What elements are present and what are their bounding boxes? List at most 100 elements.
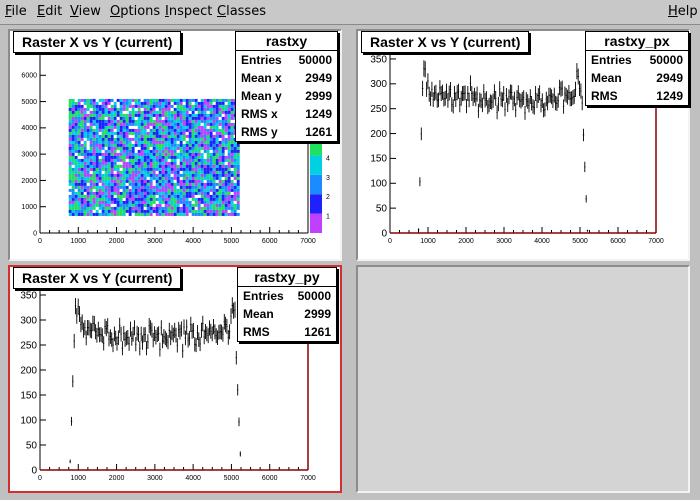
heatmap-cell: [113, 140, 117, 144]
menu-edit[interactable]: Edit: [37, 4, 62, 19]
menu-help[interactable]: Help: [668, 4, 698, 19]
heatmap-cell: [80, 119, 84, 123]
heatmap-cell: [86, 170, 90, 174]
heatmap-cell: [158, 146, 162, 150]
heatmap-cell: [104, 152, 108, 156]
heatmap-cell: [152, 155, 156, 159]
menu-options[interactable]: Options: [110, 4, 160, 19]
heatmap-cell: [227, 128, 231, 132]
heatmap-cell: [146, 116, 150, 120]
menu-classes[interactable]: Classes: [217, 4, 266, 19]
heatmap-cell: [113, 143, 117, 147]
heatmap-cell: [113, 191, 117, 195]
heatmap-cell: [158, 161, 162, 165]
heatmap-cell: [131, 167, 135, 171]
heatmap-cell: [98, 185, 102, 189]
heatmap-cell: [68, 149, 72, 153]
heatmap-cell: [77, 164, 81, 168]
heatmap-cell: [149, 182, 153, 186]
pad-empty[interactable]: [356, 265, 690, 493]
heatmap-cell: [176, 209, 180, 213]
menu-inspect[interactable]: Inspect: [165, 4, 212, 19]
heatmap-cell: [83, 173, 87, 177]
heatmap-cell: [146, 113, 150, 117]
heatmap-cell: [155, 197, 159, 201]
heatmap-cell: [95, 149, 99, 153]
heatmap-cell: [143, 158, 147, 162]
heatmap-cell: [230, 137, 234, 141]
heatmap-cell: [155, 194, 159, 198]
menu-file[interactable]: File: [5, 4, 27, 19]
heatmap-cell: [107, 161, 111, 165]
heatmap-cell: [209, 137, 213, 141]
heatmap-cell: [158, 206, 162, 210]
heatmap-cell: [152, 194, 156, 198]
heatmap-cell: [71, 176, 75, 180]
heatmap-cell: [86, 155, 90, 159]
heatmap-cell: [218, 167, 222, 171]
heatmap-cell: [158, 176, 162, 180]
heatmap-cell: [230, 125, 234, 129]
heatmap-cell: [230, 116, 234, 120]
heatmap-cell: [221, 113, 225, 117]
heatmap-cell: [161, 176, 165, 180]
heatmap-cell: [161, 113, 165, 117]
heatmap-cell: [104, 110, 108, 114]
heatmap-cell: [131, 191, 135, 195]
heatmap-cell: [74, 113, 78, 117]
pad-rastxy-py[interactable]: 0 1000 2000 3000 4000 5000 6000 7000 0 50 100 150 20…: [8, 265, 342, 493]
root-canvas[interactable]: 0 1000 2000 3000 4000 5000 6000 7000 0 1000 2000 30…: [0, 25, 700, 500]
heatmap-cell: [173, 158, 177, 162]
heatmap-cell: [92, 197, 96, 201]
heatmap-cell: [101, 170, 105, 174]
heatmap-cell: [83, 104, 87, 108]
heatmap-cell: [197, 176, 201, 180]
heatmap-cell: [185, 200, 189, 204]
heatmap-cell: [104, 170, 108, 174]
heatmap-cell: [68, 167, 72, 171]
heatmap-cell: [143, 137, 147, 141]
heatmap-cell: [167, 182, 171, 186]
heatmap-cell: [119, 137, 123, 141]
heatmap-cell: [71, 188, 75, 192]
heatmap-cell: [164, 167, 168, 171]
heatmap-cell: [125, 98, 129, 102]
heatmap-cell: [104, 161, 108, 165]
heatmap-cell: [236, 182, 240, 186]
heatmap-cell: [134, 194, 138, 198]
heatmap-cell: [203, 146, 207, 150]
heatmap-cell: [83, 125, 87, 129]
menu-view[interactable]: View: [70, 4, 101, 19]
heatmap-cell: [119, 197, 123, 201]
heatmap-cell: [215, 209, 219, 213]
heatmap-cell: [128, 149, 132, 153]
heatmap-cell: [209, 125, 213, 129]
heatmap-cell: [173, 203, 177, 207]
heatmap-cell: [107, 134, 111, 138]
heatmap-cell: [221, 128, 225, 132]
heatmap-cell: [167, 137, 171, 141]
heatmap-cell: [209, 203, 213, 207]
heatmap-cell: [110, 173, 114, 177]
heatmap-cell: [119, 188, 123, 192]
heatmap-cell: [206, 167, 210, 171]
pad-rastxy[interactable]: 0 1000 2000 3000 4000 5000 6000 7000 0 1000 2000 30…: [8, 29, 342, 261]
heatmap-cell: [146, 188, 150, 192]
heatmap-cell: [230, 173, 234, 177]
heatmap-cell: [104, 158, 108, 162]
heatmap-cell: [92, 188, 96, 192]
heatmap-cell: [68, 206, 72, 210]
heatmap-cell: [128, 176, 132, 180]
heatmap-cell: [194, 209, 198, 213]
pad-rastxy-px[interactable]: 0 1000 2000 3000 4000 5000 6000 7000 0 50 100 150 20…: [356, 29, 690, 261]
x-tick-label: 2000: [109, 475, 125, 482]
heatmap-cell: [224, 179, 228, 183]
heatmap-cell: [158, 182, 162, 186]
heatmap-cell: [149, 185, 153, 189]
heatmap-cell: [83, 176, 87, 180]
heatmap-cell: [101, 209, 105, 213]
heatmap-cell: [176, 176, 180, 180]
heatmap-cell: [161, 131, 165, 135]
heatmap-cell: [74, 179, 78, 183]
heatmap-cell: [101, 185, 105, 189]
